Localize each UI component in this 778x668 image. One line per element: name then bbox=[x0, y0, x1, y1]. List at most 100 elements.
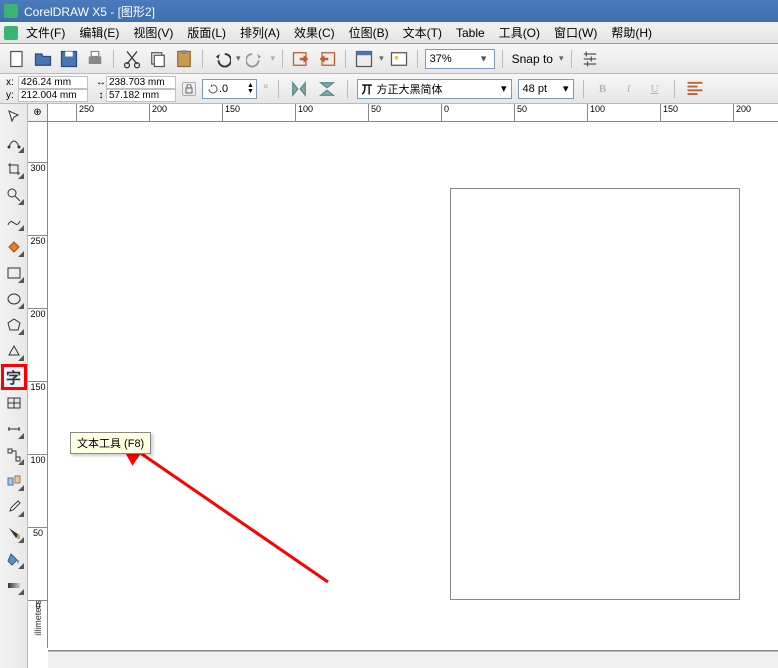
cut-button[interactable] bbox=[121, 48, 143, 70]
undo-dropdown-icon[interactable]: ▾ bbox=[236, 53, 241, 64]
title-bar: CorelDRAW X5 - [图形2] bbox=[0, 0, 778, 22]
underline-button[interactable]: U bbox=[645, 79, 665, 99]
interactive-blend-tool[interactable] bbox=[3, 470, 25, 492]
menu-file[interactable]: 文件(F) bbox=[26, 24, 65, 41]
ruler-tick: 200 bbox=[28, 308, 48, 319]
menu-layout[interactable]: 版面(L) bbox=[187, 24, 226, 41]
ruler-tick: 150 bbox=[222, 104, 240, 122]
bold-button[interactable]: B bbox=[593, 79, 613, 99]
paste-button[interactable] bbox=[173, 48, 195, 70]
font-size-combo[interactable]: 48 pt ▾ bbox=[518, 79, 574, 99]
print-button[interactable] bbox=[84, 48, 106, 70]
ruler-tick: 100 bbox=[587, 104, 605, 122]
separator bbox=[347, 80, 348, 98]
smart-fill-tool[interactable] bbox=[3, 236, 25, 258]
separator bbox=[583, 80, 584, 98]
horizontal-scrollbar[interactable] bbox=[48, 651, 778, 668]
separator bbox=[282, 50, 283, 68]
y-value[interactable]: 212.004 mm bbox=[18, 89, 88, 102]
open-button[interactable] bbox=[32, 48, 54, 70]
basic-shapes-tool[interactable] bbox=[3, 340, 25, 362]
undo-button[interactable] bbox=[210, 48, 232, 70]
menu-text[interactable]: 文本(T) bbox=[403, 24, 442, 41]
units-label: illimeters bbox=[28, 568, 48, 668]
rotation-value: .0 bbox=[219, 83, 245, 95]
rectangle-tool[interactable] bbox=[3, 262, 25, 284]
menu-arrange[interactable]: 排列(A) bbox=[240, 24, 280, 41]
menu-bitmap[interactable]: 位图(B) bbox=[349, 24, 389, 41]
height-value[interactable]: 57.182 mm bbox=[106, 89, 176, 102]
dropdown-icon: ▾ bbox=[501, 82, 507, 95]
horizontal-ruler[interactable]: 250 200 150 100 50 0 50 100 150 200 bbox=[48, 104, 778, 122]
connector-tool[interactable] bbox=[3, 444, 25, 466]
menu-tools[interactable]: 工具(O) bbox=[499, 24, 540, 41]
menu-window[interactable]: 窗口(W) bbox=[554, 24, 597, 41]
work-area: 字 ⊕ 250 200 150 100 50 0 50 100 150 200 … bbox=[0, 104, 778, 668]
x-value[interactable]: 426.24 mm bbox=[18, 76, 88, 89]
table-tool[interactable] bbox=[3, 392, 25, 414]
app-launcher-button[interactable] bbox=[353, 48, 375, 70]
drawing-canvas[interactable]: 文本工具 (F8) bbox=[48, 122, 778, 648]
import-button[interactable] bbox=[290, 48, 312, 70]
snap-dropdown-icon[interactable]: ▾ bbox=[559, 53, 564, 64]
welcome-button[interactable] bbox=[388, 48, 410, 70]
eyedropper-tool[interactable] bbox=[3, 496, 25, 518]
italic-button[interactable]: I bbox=[619, 79, 639, 99]
separator bbox=[345, 50, 346, 68]
property-bar: x:426.24 mm y:212.004 mm ↔238.703 mm ↕57… bbox=[0, 74, 778, 104]
zoom-tool[interactable] bbox=[3, 184, 25, 206]
interactive-fill-tool[interactable] bbox=[3, 574, 25, 596]
pick-tool[interactable] bbox=[3, 106, 25, 128]
menu-help[interactable]: 帮助(H) bbox=[611, 24, 652, 41]
zoom-combo[interactable]: 37% ▾ bbox=[425, 49, 495, 69]
snap-to-label[interactable]: Snap to bbox=[510, 52, 555, 66]
shape-tool[interactable] bbox=[3, 132, 25, 154]
ruler-tick: 150 bbox=[28, 381, 48, 392]
lock-ratio-button[interactable] bbox=[182, 82, 196, 96]
fill-tool[interactable] bbox=[3, 548, 25, 570]
mirror-v-button[interactable] bbox=[316, 78, 338, 100]
copy-button[interactable] bbox=[147, 48, 169, 70]
ruler-tick: 200 bbox=[149, 104, 167, 122]
position-fields: x:426.24 mm y:212.004 mm bbox=[6, 76, 88, 102]
mirror-h-button[interactable] bbox=[288, 78, 310, 100]
redo-dropdown-icon[interactable]: ▾ bbox=[271, 53, 276, 64]
polygon-tool[interactable] bbox=[3, 314, 25, 336]
ruler-tick: 250 bbox=[28, 235, 48, 246]
separator bbox=[417, 50, 418, 68]
text-tool[interactable]: 字 bbox=[3, 366, 25, 388]
window-title: CorelDRAW X5 - [图形2] bbox=[24, 3, 155, 20]
font-size-value: 48 pt bbox=[523, 83, 563, 95]
ruler-tick: 150 bbox=[660, 104, 678, 122]
ruler-origin[interactable]: ⊕ bbox=[28, 104, 48, 122]
app-icon bbox=[4, 4, 18, 18]
ellipse-tool[interactable] bbox=[3, 288, 25, 310]
redo-button[interactable] bbox=[245, 48, 267, 70]
freehand-tool[interactable] bbox=[3, 210, 25, 232]
width-value[interactable]: 238.703 mm bbox=[106, 76, 176, 89]
menu-view[interactable]: 视图(V) bbox=[133, 24, 173, 41]
dimension-tool[interactable] bbox=[3, 418, 25, 440]
rotation-field[interactable]: .0 ▲▼ bbox=[202, 79, 257, 99]
menu-bar: 文件(F) 编辑(E) 视图(V) 版面(L) 排列(A) 效果(C) 位图(B… bbox=[0, 22, 778, 44]
outline-tool[interactable] bbox=[3, 522, 25, 544]
save-button[interactable] bbox=[58, 48, 80, 70]
separator bbox=[278, 80, 279, 98]
crop-tool[interactable] bbox=[3, 158, 25, 180]
font-prefix-icon: 丌 bbox=[362, 81, 373, 97]
new-button[interactable] bbox=[6, 48, 28, 70]
ruler-tick: 200 bbox=[733, 104, 751, 122]
ruler-tick: 0 bbox=[441, 104, 449, 122]
separator bbox=[202, 50, 203, 68]
separator bbox=[571, 50, 572, 68]
menu-effects[interactable]: 效果(C) bbox=[294, 24, 335, 41]
font-family-combo[interactable]: 丌 方正大黑简体 ▾ bbox=[357, 79, 512, 99]
launcher-dropdown-icon[interactable]: ▾ bbox=[379, 53, 384, 64]
menu-table[interactable]: Table bbox=[456, 26, 485, 40]
text-align-button[interactable] bbox=[684, 78, 706, 100]
ruler-tick: 100 bbox=[295, 104, 313, 122]
spinner-arrows[interactable]: ▲▼ bbox=[247, 83, 254, 95]
export-button[interactable] bbox=[316, 48, 338, 70]
options-button[interactable] bbox=[579, 48, 601, 70]
menu-edit[interactable]: 编辑(E) bbox=[79, 24, 119, 41]
